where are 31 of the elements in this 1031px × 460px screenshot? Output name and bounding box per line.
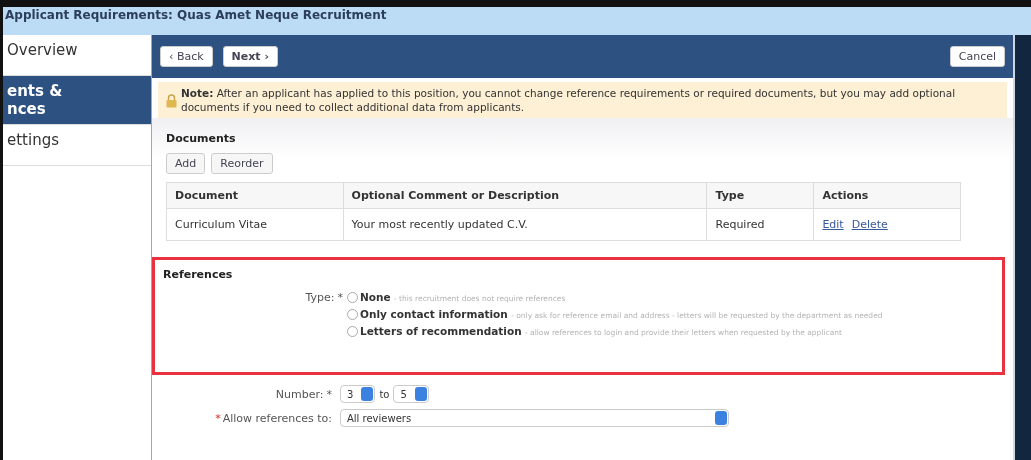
column-header: Document — [166, 182, 344, 209]
range-label: to — [379, 388, 390, 400]
window-title: Applicant Requirements: Quas Amet Neque Recruitment — [4, 7, 387, 23]
table-cell: Required — [707, 208, 814, 241]
number-select[interactable]: 3 — [340, 385, 376, 403]
dropdown[interactable]: All reviewers — [340, 409, 729, 427]
action-link[interactable]: Edit — [822, 218, 844, 231]
column-header: Actions — [813, 182, 961, 209]
required-mark: * — [337, 291, 343, 304]
table-cell: Your most recently updated C.V. — [343, 208, 707, 241]
column-header: Optional Comment or Description — [343, 182, 707, 209]
cancel-button[interactable]: Cancel — [949, 46, 1005, 67]
next-button[interactable]: Next › — [222, 46, 278, 67]
section-button[interactable]: Reorder — [211, 153, 273, 174]
column-header: Type — [707, 182, 814, 209]
sidebar-item[interactable]: ents & nces — [3, 76, 151, 125]
section-heading: Documents — [166, 132, 237, 145]
note-text: Note: After an applicant has applied to this position, you cannot change reference requirements or required documents, but you may add optional documents if you need to collect additional data from applicants. — [181, 86, 957, 114]
action-link[interactable]: Delete — [851, 218, 888, 231]
field-label: Number: — [275, 387, 324, 401]
required-mark: * — [326, 387, 332, 401]
number-select[interactable]: 5 — [393, 385, 429, 403]
section-button[interactable]: Add — [166, 153, 206, 174]
table-cell: Curriculum Vitae — [166, 208, 344, 241]
back-button[interactable]: ‹ Back — [160, 46, 213, 67]
lock-icon — [166, 94, 177, 108]
sidebar-item[interactable]: ettings — [3, 125, 151, 166]
required-mark: * — [215, 411, 221, 425]
field-label: Allow references to: — [222, 411, 332, 425]
section-heading: References — [163, 268, 234, 281]
field-label: Type: — [305, 291, 335, 304]
